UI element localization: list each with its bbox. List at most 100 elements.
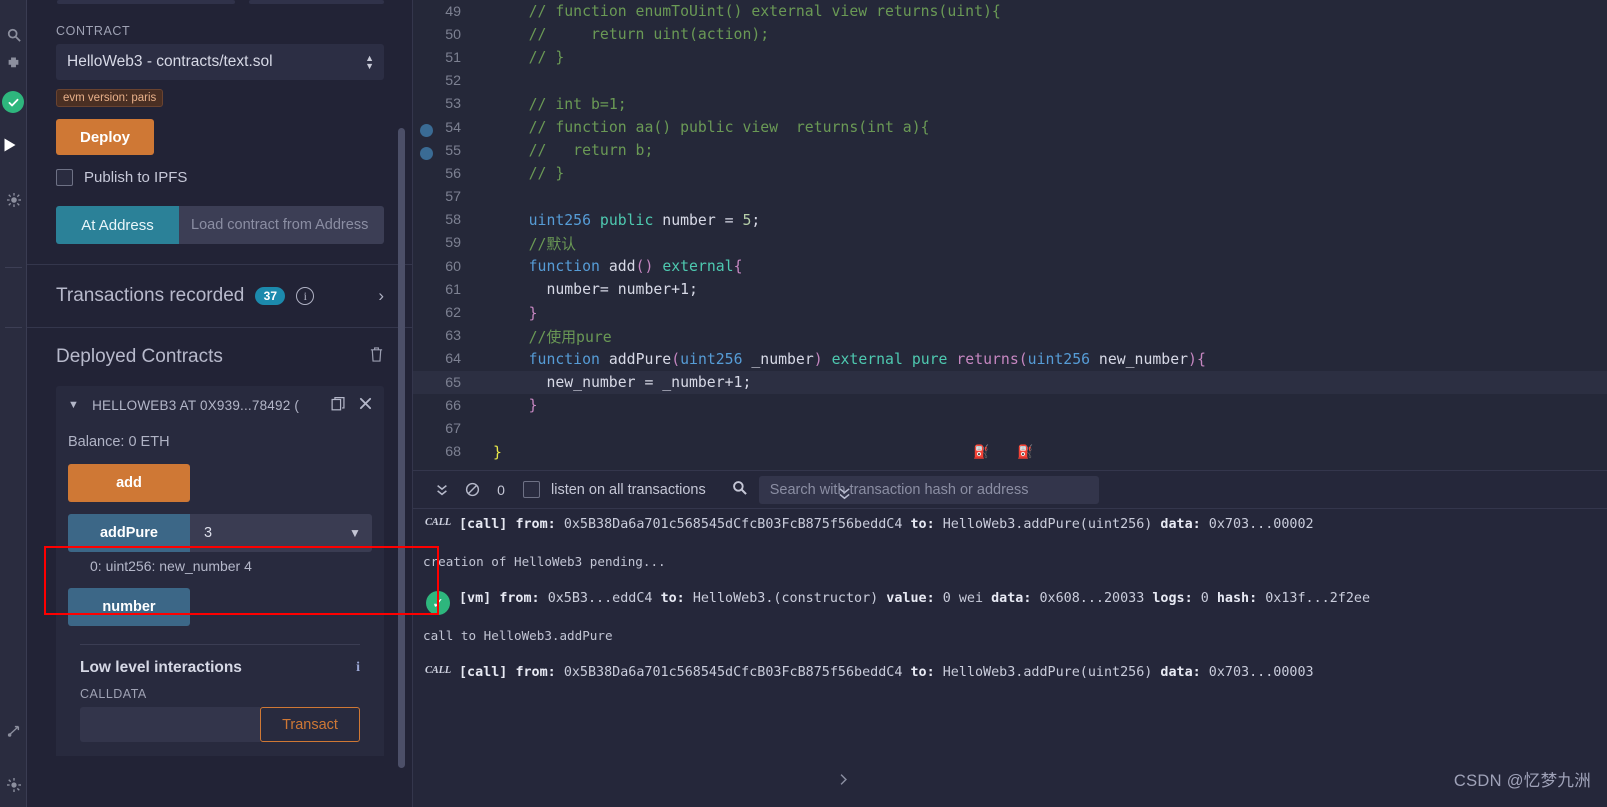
editor-and-terminal: 49 // function enumToUint() external vie…	[413, 0, 1607, 807]
terminal-log-list[interactable]: CALL [call] from: 0x5B38Da6a701c568545dCf…	[413, 509, 1607, 807]
code-text: // function aa() public view returns(int…	[528, 119, 930, 137]
search-icon[interactable]	[732, 480, 747, 500]
line-number: 53	[445, 96, 461, 113]
close-icon[interactable]	[359, 397, 372, 413]
function-button-number[interactable]: number	[68, 588, 190, 626]
function-result-addpure: 0: uint256: new_number 4	[90, 558, 252, 574]
log-spacer	[413, 643, 1607, 665]
line-number: 50	[445, 26, 461, 43]
search-icon[interactable]	[0, 22, 27, 48]
transactions-recorded-count: 37	[255, 287, 286, 305]
clear-console-icon[interactable]	[457, 482, 487, 497]
code-line[interactable]: 53 // int b=1;	[413, 93, 1607, 116]
copy-icon[interactable]	[331, 396, 346, 415]
code-text: // function enumToUint() external view r…	[528, 3, 1001, 21]
at-address-input[interactable]: Load contract from Address	[179, 206, 384, 244]
code-line[interactable]: 52	[413, 70, 1607, 93]
line-number: 59	[445, 235, 461, 252]
code-line[interactable]: 61 number= number+1;	[413, 278, 1607, 301]
code-line[interactable]: 55 // return b;	[413, 139, 1607, 162]
terminal-expand-icon[interactable]	[837, 486, 852, 504]
function-row-addpure: addPure 3 ▼	[68, 514, 372, 552]
terminal-resize-icon[interactable]	[837, 773, 850, 789]
line-number: 57	[445, 189, 461, 206]
code-line[interactable]: 58 uint256 public number = 5;	[413, 209, 1607, 232]
settings-icon[interactable]	[0, 772, 27, 798]
remix-ide-window: CONTRACT HelloWeb3 - contracts/text.sol …	[0, 0, 1607, 807]
code-line[interactable]: 49 // function enumToUint() external vie…	[413, 0, 1607, 23]
line-number: 52	[445, 73, 461, 90]
rail-divider	[5, 267, 22, 268]
left-panel-scrollbar[interactable]	[398, 128, 405, 768]
code-line[interactable]: 60 function add() external{	[413, 255, 1607, 278]
code-line[interactable]: 62 }	[413, 301, 1607, 324]
plugin-icon[interactable]	[0, 48, 27, 74]
line-number: 55	[445, 142, 461, 159]
collapse-all-icon[interactable]	[427, 483, 457, 497]
deploy-and-run-panel: CONTRACT HelloWeb3 - contracts/text.sol …	[27, 0, 413, 807]
pending-count: 0	[497, 481, 505, 498]
code-text: function addPure(uint256 _number) extern…	[528, 350, 1206, 368]
code-line[interactable]: 64 function addPure(uint256 _number) ext…	[413, 348, 1607, 371]
deploy-run-icon[interactable]	[0, 135, 27, 155]
contract-select[interactable]: HelloWeb3 - contracts/text.sol ▲ ▼	[56, 44, 384, 80]
code-line[interactable]: 63 //使用pure	[413, 325, 1607, 348]
listen-checkbox[interactable]	[523, 481, 540, 498]
transactions-recorded-row[interactable]: Transactions recorded 37 i ›	[27, 265, 413, 327]
function-button-addpure[interactable]: addPure	[68, 514, 190, 552]
line-number: 49	[445, 3, 461, 20]
terminal-panel: 0 listen on all transactions Search with…	[413, 470, 1607, 807]
code-line[interactable]: 57	[413, 186, 1607, 209]
info-icon[interactable]: i	[356, 660, 360, 676]
contract-card-title: HELLOWEB3 AT 0X939...78492 (	[92, 397, 300, 413]
trash-icon[interactable]	[369, 346, 384, 368]
function-row-number: number	[68, 588, 190, 626]
function-button-add[interactable]: add	[68, 464, 190, 502]
code-line[interactable]: 54 // function aa() public view returns(…	[413, 116, 1607, 139]
at-address-button[interactable]: At Address	[56, 206, 179, 244]
terminal-log-text: [call] from: 0x5B38Da6a701c568545dCfcB03…	[459, 517, 1314, 532]
debugger-icon[interactable]	[0, 187, 27, 213]
chevron-down-icon[interactable]: ▼	[68, 399, 79, 411]
contract-card-header[interactable]: ▼ HELLOWEB3 AT 0X939...78492 (	[56, 386, 384, 424]
line-number: 54	[445, 119, 461, 136]
code-line[interactable]: 51 // }	[413, 46, 1607, 69]
code-text: //使用pure	[528, 328, 612, 346]
line-number: 58	[445, 212, 461, 229]
call-icon: CALL	[424, 665, 452, 676]
line-number: 65	[445, 374, 461, 391]
function-input-addpure[interactable]: 3	[190, 514, 338, 552]
publish-ipfs-checkbox[interactable]	[56, 169, 73, 186]
line-number: 56	[445, 165, 461, 182]
terminal-log-entry[interactable]: CALL [call] from: 0x5B38Da6a701c568545dCf…	[413, 665, 1607, 694]
git-icon[interactable]	[0, 718, 27, 744]
code-editor[interactable]: 49 // function enumToUint() external vie…	[413, 0, 1607, 470]
code-line[interactable]: 50 // return uint(action);	[413, 23, 1607, 46]
chevron-down-icon[interactable]: ▼	[338, 514, 372, 552]
code-text: number= number+1;	[546, 281, 698, 299]
listen-label: listen on all transactions	[551, 481, 706, 498]
code-line[interactable]: 66 }	[413, 394, 1607, 417]
stub-field-a	[57, 0, 235, 4]
code-lines[interactable]: 49 // function enumToUint() external vie…	[413, 0, 1607, 470]
gas-icon: ⛽	[1017, 444, 1034, 459]
publish-ipfs-row[interactable]: Publish to IPFS	[56, 169, 384, 186]
chevron-right-icon[interactable]: ›	[378, 286, 384, 306]
terminal-search-input[interactable]: Search with transaction hash or address	[758, 475, 1099, 504]
code-line[interactable]: 56 // }	[413, 162, 1607, 185]
code-text: // return uint(action);	[528, 26, 770, 44]
calldata-input[interactable]	[80, 707, 260, 742]
terminal-log-entry[interactable]: CALL [call] from: 0x5B38Da6a701c568545dCf…	[413, 517, 1607, 546]
info-icon[interactable]: i	[296, 287, 315, 305]
terminal-log-subtext: creation of HelloWeb3 pending...	[423, 554, 666, 569]
activity-bar	[0, 0, 27, 807]
code-line[interactable]: 59 //默认	[413, 232, 1607, 255]
code-line[interactable]: 65 new_number = _number+1;	[413, 371, 1607, 395]
code-line[interactable]: 67	[413, 417, 1607, 440]
solidity-compiler-status-icon[interactable]	[2, 91, 24, 113]
deploy-button[interactable]: Deploy	[56, 119, 154, 155]
function-row-add: add	[68, 464, 190, 502]
stub-field-b	[249, 0, 384, 4]
transact-button[interactable]: Transact	[260, 707, 360, 742]
terminal-log-entry[interactable]: ✓ [vm] from: 0x5B3...eddC4 to: HelloWeb3.…	[413, 591, 1607, 620]
